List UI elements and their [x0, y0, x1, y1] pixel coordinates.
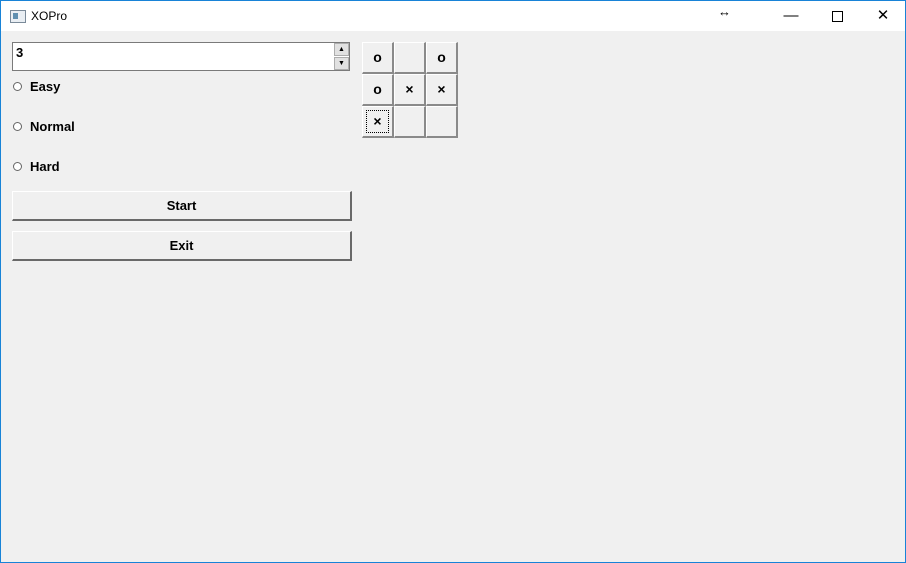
board-cell-3[interactable]: o	[362, 74, 394, 106]
board-size-input[interactable]: 3	[12, 42, 350, 71]
board-size-value: 3	[16, 45, 24, 60]
exit-button[interactable]: Exit	[12, 231, 352, 261]
app-window: XOPro ↔ — ✕ 3 ▲ ▼ Easy Normal Hard Start…	[0, 0, 906, 563]
board-cell-0[interactable]: o	[362, 42, 394, 74]
radio-circle-icon	[13, 81, 22, 91]
down-arrow-icon: ▼	[338, 60, 345, 67]
resize-cursor-icon: ↔	[718, 4, 731, 19]
radio-circle-icon	[13, 121, 22, 131]
app-icon	[10, 10, 26, 23]
radio-easy[interactable]: Easy	[13, 77, 60, 95]
title-bar: XOPro ↔ — ✕	[1, 1, 905, 31]
radio-normal[interactable]: Normal	[13, 117, 75, 135]
minimize-button[interactable]: —	[768, 1, 814, 31]
board-cell-5[interactable]: ×	[426, 74, 458, 106]
board-cell-2[interactable]: o	[426, 42, 458, 74]
radio-label: Normal	[30, 118, 75, 134]
board-cell-4[interactable]: ×	[394, 74, 426, 106]
radio-label: Hard	[30, 158, 60, 174]
spin-down-button[interactable]: ▼	[334, 57, 349, 70]
start-button[interactable]: Start	[12, 191, 352, 221]
board-cell-1[interactable]	[394, 42, 426, 74]
board-cell-6[interactable]: ×	[362, 106, 394, 138]
radio-label: Easy	[30, 78, 61, 94]
maximize-button[interactable]	[814, 1, 860, 31]
minimize-icon: —	[783, 7, 799, 24]
maximize-icon	[831, 10, 843, 22]
up-arrow-icon: ▲	[338, 46, 345, 53]
close-icon: ✕	[876, 7, 890, 24]
spin-up-button[interactable]: ▲	[334, 43, 349, 56]
board-cell-7[interactable]	[394, 106, 426, 138]
radio-circle-icon	[13, 161, 22, 171]
radio-hard[interactable]: Hard	[13, 157, 60, 175]
window-title: XOPro	[31, 9, 68, 23]
board-cell-8[interactable]	[426, 106, 458, 138]
close-button[interactable]: ✕	[860, 1, 905, 31]
